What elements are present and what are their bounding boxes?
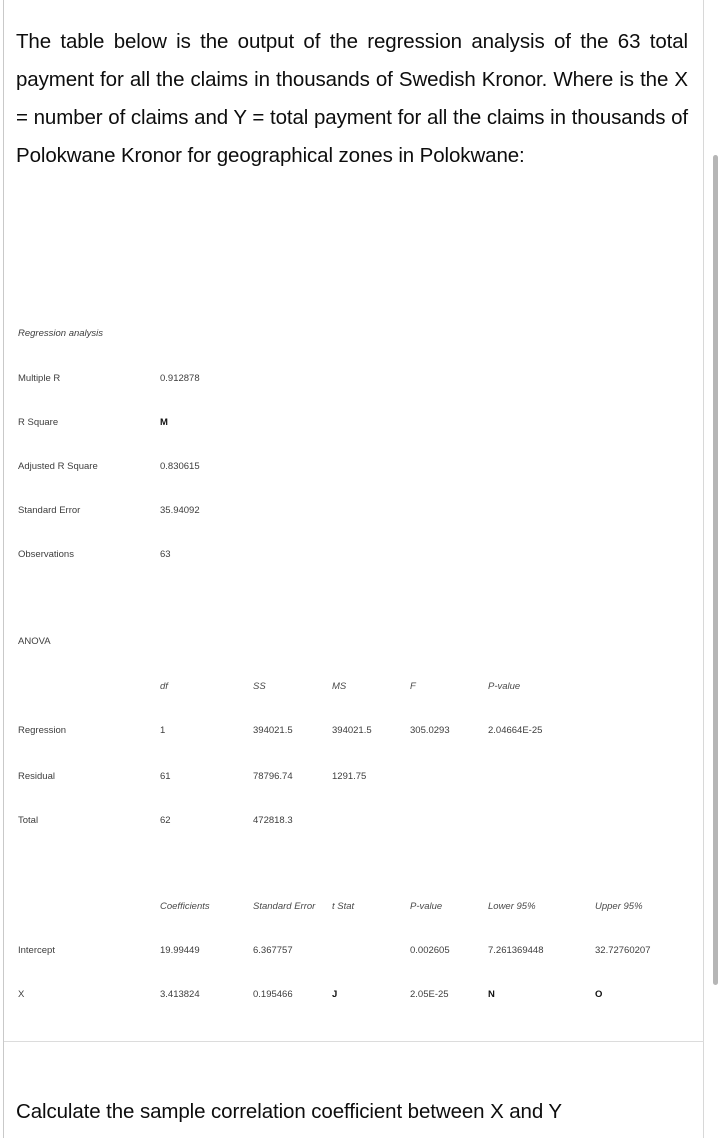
- table-row: Residual 61 78796.74 1291.75: [0, 770, 704, 788]
- question-intro-text: The table below is the output of the reg…: [16, 29, 688, 167]
- coef-header-t-stat: t Stat: [332, 901, 355, 912]
- summary-label-adjusted-r-square: Adjusted R Square: [18, 461, 98, 472]
- table-row: X 3.413824 0.195466 J 2.05E-25 N O: [0, 988, 704, 1006]
- summary-value-adjusted-r-square: 0.830615: [160, 461, 200, 472]
- anova-label-total: Total: [18, 815, 39, 826]
- coef-header-coefficients: Coefficients: [160, 901, 210, 912]
- anova-residual-df: 61: [160, 771, 171, 782]
- summary-value-standard-error: 35.94092: [160, 505, 200, 516]
- table-row: R Square M: [0, 416, 704, 434]
- anova-regression-ms: 394021.5: [332, 725, 372, 736]
- table-row: Total 62 472818.3: [0, 814, 704, 832]
- coef-intercept-coefficient: 19.99449: [160, 945, 200, 956]
- anova-residual-ms: 1291.75: [332, 771, 367, 782]
- table-row: Multiple R 0.912878: [0, 372, 704, 390]
- table-row: Regression 1 394021.5 394021.5 305.0293 …: [0, 724, 704, 742]
- document-page: The table below is the output of the reg…: [0, 0, 720, 1138]
- question-task-text: Calculate the sample correlation coeffic…: [16, 1099, 562, 1123]
- anova-regression-ss: 394021.5: [253, 725, 293, 736]
- coef-intercept-upper-95: 32.72760207: [595, 945, 651, 956]
- coef-header-standard-error: Standard Error: [253, 901, 316, 912]
- coef-label-x: X: [18, 989, 25, 1000]
- anova-header-f: F: [410, 681, 416, 692]
- coef-label-intercept: Intercept: [18, 945, 55, 956]
- summary-block-title: Regression analysis: [18, 328, 104, 339]
- anova-header-ss: SS: [253, 681, 266, 692]
- summary-value-observations: 63: [160, 549, 171, 560]
- section-divider: [4, 1041, 704, 1042]
- anova-residual-ss: 78796.74: [253, 771, 293, 782]
- coef-header-p-value: P-value: [410, 901, 443, 912]
- anova-regression-f: 305.0293: [410, 725, 450, 736]
- summary-label-multiple-r: Multiple R: [18, 373, 61, 384]
- summary-label-r-square: R Square: [18, 417, 59, 428]
- coef-x-p-value: 2.05E-25: [410, 989, 449, 1000]
- anova-label-residual: Residual: [18, 771, 55, 782]
- coef-intercept-standard-error: 6.367757: [253, 945, 293, 956]
- coef-x-lower-95: N: [488, 989, 495, 1000]
- summary-value-multiple-r: 0.912878: [160, 373, 200, 384]
- coef-intercept-p-value: 0.002605: [410, 945, 450, 956]
- coef-header-upper-95: Upper 95%: [595, 901, 643, 912]
- anova-total-ss: 472818.3: [253, 815, 293, 826]
- left-border-rule: [3, 0, 4, 1138]
- coef-header-lower-95: Lower 95%: [488, 901, 536, 912]
- scrollbar-thumb[interactable]: [713, 155, 718, 985]
- vertical-scrollbar[interactable]: [711, 0, 720, 1138]
- summary-label-standard-error: Standard Error: [18, 505, 81, 516]
- anova-regression-df: 1: [160, 725, 166, 736]
- anova-total-df: 62: [160, 815, 171, 826]
- anova-header-ms: MS: [332, 681, 347, 692]
- table-row: Intercept 19.99449 6.367757 0.002605 7.2…: [0, 944, 704, 962]
- coef-x-upper-95: O: [595, 989, 603, 1000]
- summary-label-observations: Observations: [18, 549, 74, 560]
- anova-block-title: ANOVA: [18, 636, 51, 647]
- anova-header-p-value: P-value: [488, 681, 521, 692]
- table-row: Standard Error 35.94092: [0, 504, 704, 522]
- coef-x-standard-error: 0.195466: [253, 989, 293, 1000]
- anova-header-row: df SS MS F P-value: [0, 680, 704, 698]
- table-row: Observations 63: [0, 548, 704, 566]
- anova-header-df: df: [160, 681, 168, 692]
- coef-x-t-stat: J: [332, 989, 338, 1000]
- coef-intercept-lower-95: 7.261369448: [488, 945, 544, 956]
- anova-label-regression: Regression: [18, 725, 67, 736]
- coefficients-header-row: Coefficients Standard Error t Stat P-val…: [0, 900, 704, 918]
- coef-x-coefficient: 3.413824: [160, 989, 200, 1000]
- right-border-rule: [703, 0, 704, 1138]
- summary-value-r-square: M: [160, 417, 168, 428]
- table-row: Adjusted R Square 0.830615: [0, 460, 704, 478]
- anova-regression-p-value: 2.04664E-25: [488, 725, 543, 736]
